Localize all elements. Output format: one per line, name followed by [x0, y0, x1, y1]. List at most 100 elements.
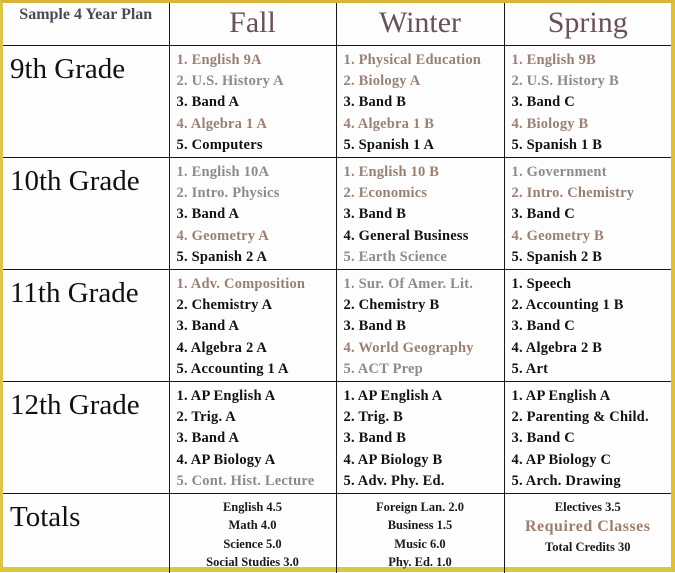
course-item: 3. Band B	[343, 318, 407, 335]
course-cell: 1. English 10A 2. Intro. Physics 3. Band A…	[168, 156, 337, 270]
course-cell: 1. English 10 B 2. Economics 3. Band B 4. G…	[335, 156, 505, 270]
credit-totals-list: Foreign Lan. 2.0 Business 1.5 Music 6.0 …	[337, 494, 504, 572]
course-list: 1. Physical Education 2. Biology A 3. Band…	[337, 46, 504, 157]
course-item: 4. Geometry B	[511, 227, 604, 244]
grade-row-10: 10th Grade 1. English 10A 2. Intro. Physi…	[3, 156, 672, 270]
course-cell: 1. English 9B 2. U.S. History B 3. Band C 4…	[503, 44, 672, 158]
course-item: 5. Spanish 1 B	[511, 137, 603, 154]
totals-row: Totals English 4.5 Math 4.0 Science 5.0 …	[3, 492, 672, 573]
course-item: 4. General Business	[343, 227, 469, 244]
course-cell: 1. Speech 2. Accounting 1 B 3. Band C 4. Al…	[503, 268, 672, 382]
term-header-winter: Winter	[335, 3, 505, 46]
credit-totals-list: Electives 3.5 Required Classes Total Cre…	[505, 494, 672, 557]
course-list: 1. English 9B 2. U.S. History B 3. Band C 4…	[505, 46, 672, 157]
credit-total: Science 5.0	[223, 536, 282, 551]
credit-total: English 4.5	[222, 499, 283, 514]
course-item: 1. English 10A	[176, 163, 270, 180]
totals-cell-winter: Foreign Lan. 2.0 Business 1.5 Music 6.0 …	[335, 492, 505, 573]
grade-label-cell: 10th Grade	[3, 156, 170, 270]
course-item: 3. Band B	[343, 94, 407, 111]
course-item: 5. Spanish 1 A	[343, 137, 435, 154]
course-item: 5. Earth Science	[343, 249, 447, 266]
course-item: 2. Accounting 1 B	[511, 296, 624, 313]
course-cell: 1. Physical Education 2. Biology A 3. Band…	[335, 44, 505, 158]
course-item: 5. Computers	[176, 137, 263, 154]
course-item: 1. English 9A	[176, 51, 262, 68]
course-cell: 1. English 9A 2. U.S. History A 3. Band A 4…	[168, 44, 337, 158]
four-year-plan-table: Sample 4 Year Plan Fall Winter Spring 9t…	[3, 3, 671, 573]
course-item: 4. Algebra 2 A	[176, 339, 268, 356]
course-cell: 1. Government 2. Intro. Chemistry 3. Band …	[503, 156, 672, 270]
header-row: Sample 4 Year Plan Fall Winter Spring	[3, 3, 671, 46]
grade-label: 10th Grade	[10, 164, 140, 197]
course-item: 3. Band C	[511, 318, 575, 335]
course-item: 3. Band B	[343, 206, 407, 223]
course-item: 2. U.S. History B	[511, 72, 619, 89]
credit-total: Math 4.0	[228, 518, 277, 533]
totals-label-cell: Totals	[3, 492, 170, 573]
course-list: 1. Speech 2. Accounting 1 B 3. Band C 4. Al…	[505, 270, 672, 381]
course-item: 2. Economics	[343, 184, 428, 201]
course-item: 2. Chemistry A	[176, 296, 273, 313]
grade-label-cell: 11th Grade	[3, 268, 170, 382]
course-item: 3. Band A	[176, 318, 240, 335]
course-item: 5. Accounting 1 A	[176, 361, 289, 378]
total-credits: Total Credits 30	[545, 540, 631, 555]
course-item: 3. Band A	[176, 430, 240, 447]
course-item: 1. Speech	[511, 275, 572, 292]
totals-cell-fall: English 4.5 Math 4.0 Science 5.0 Social …	[168, 492, 337, 573]
course-item: 3. Band B	[343, 430, 407, 447]
course-cell: 1. AP English A 2. Parenting & Child. 3. B…	[503, 380, 671, 494]
course-list: 1. English 9A 2. U.S. History A 3. Band A 4…	[170, 46, 336, 157]
course-item: 4. AP Biology B	[343, 451, 443, 468]
grade-label: 9th Grade	[10, 52, 126, 85]
course-cell: 1. Sur. Of Amer. Lit. 2. Chemistry B 3. Ba…	[335, 268, 505, 382]
course-list: 1. AP English A 2. Trig. A 3. Band A 4. AP …	[170, 382, 336, 493]
course-list: 1. Government 2. Intro. Chemistry 3. Band …	[505, 158, 672, 269]
course-item: 3. Band A	[176, 94, 240, 111]
course-item: 2. Trig. A	[176, 409, 236, 425]
required-classes-label: Required Classes	[525, 518, 651, 536]
grade-label: 12th Grade	[10, 388, 140, 421]
course-item: 2. Intro. Physics	[176, 184, 280, 201]
term-label: Winter	[378, 6, 462, 39]
course-item: 4. Algebra 2 B	[511, 339, 603, 356]
electives-total: Electives 3.5	[554, 499, 621, 514]
credit-total: Social Studies 3.0	[206, 555, 299, 570]
course-item: 1. Government	[511, 163, 607, 180]
credit-total: Phy. Ed. 1.0	[388, 555, 452, 570]
course-item: 1. Physical Education	[343, 51, 482, 68]
plan-title: Sample 4 Year Plan	[19, 6, 153, 23]
course-cell: 1. Adv. Composition 2. Chemistry A 3. Band…	[168, 268, 337, 382]
grade-label-cell: 9th Grade	[3, 44, 170, 158]
course-item: 3. Band A	[176, 206, 240, 223]
course-item: 1. AP English A	[176, 387, 276, 404]
credit-total: Music 6.0	[394, 536, 446, 551]
course-item: 5. Spanish 2 B	[511, 249, 603, 266]
grade-label-cell: 12th Grade	[3, 380, 170, 494]
course-list: 1. Sur. Of Amer. Lit. 2. Chemistry B 3. Ba…	[337, 270, 504, 381]
course-item: 2. Biology A	[343, 72, 421, 89]
course-item: 2. U.S. History A	[176, 72, 284, 89]
course-item: 1. Sur. Of Amer. Lit.	[343, 275, 474, 292]
plan-title-cell: Sample 4 Year Plan	[3, 3, 170, 46]
course-list: 1. AP English A 2. Trig. B 3. Band B 4. AP …	[337, 382, 504, 493]
credit-total: Foreign Lan. 2.0	[376, 499, 464, 514]
course-item: 5. Adv. Phy. Ed.	[343, 473, 445, 490]
course-item: 4. Geometry A	[176, 227, 269, 244]
course-item: 4. Algebra 1 A	[176, 115, 268, 132]
course-item: 4. AP Biology C	[511, 451, 612, 468]
course-item: 1. AP English A	[511, 387, 611, 404]
grade-row-12: 12th Grade 1. AP English A 2. Trig. A 3. B…	[3, 380, 671, 494]
course-item: 1. AP English A	[343, 387, 443, 404]
term-header-fall: Fall	[168, 3, 337, 46]
course-item: 1. English 10 B	[343, 163, 440, 180]
course-cell: 1. AP English A 2. Trig. B 3. Band B 4. AP …	[335, 380, 505, 494]
grade-row-11: 11th Grade 1. Adv. Composition 2. Chemist…	[3, 268, 672, 382]
course-item: 2. Chemistry B	[343, 296, 440, 313]
course-item: 2. Parenting & Child.	[511, 409, 649, 425]
course-item: 5. Spanish 2 A	[176, 249, 268, 266]
course-item: 5. Arch. Drawing	[511, 473, 621, 490]
course-item: 4. AP Biology A	[176, 451, 276, 468]
course-list: 1. Adv. Composition 2. Chemistry A 3. Band…	[170, 270, 336, 381]
